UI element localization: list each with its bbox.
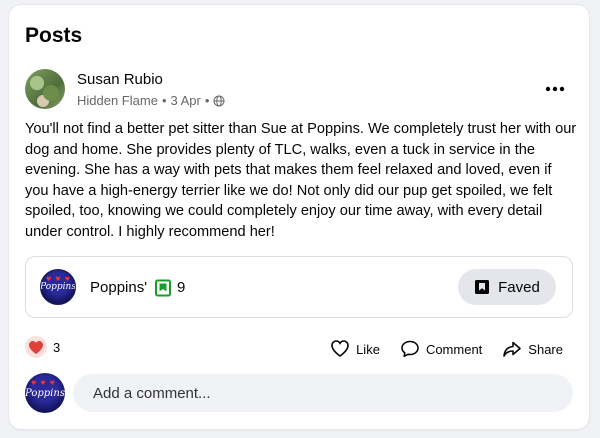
post-date[interactable]: 3 Apr [171,93,201,108]
avatar-decoration: ♥ ♥ ♥ [46,276,71,283]
page-avatar[interactable]: ♥ ♥ ♥ Poppins [40,269,76,305]
page-card[interactable]: ♥ ♥ ♥ Poppins Poppins' 9 Faved [25,256,573,318]
more-icon [545,86,565,92]
comment-icon [401,340,419,358]
post-body: You'll not find a better pet sitter than… [25,121,577,240]
meta-separator: • [204,93,210,108]
comment-composer: ♥ ♥ ♥ Poppins [25,373,573,415]
faved-button[interactable]: Faved [458,269,556,305]
like-button[interactable]: Like [320,338,390,360]
section-title: Posts [25,24,83,47]
author-avatar[interactable] [25,69,65,109]
meta-separator: • [161,93,167,108]
favorite-count: 9 [177,279,186,296]
group-name[interactable]: Hidden Flame [77,93,158,108]
post-actions: Like Comment Share [320,338,573,360]
post-meta: Hidden Flame • 3 Apr • [77,93,225,108]
heart-outline-icon [331,340,349,357]
globe-icon [213,95,225,106]
heart-icon [29,340,43,354]
page-name[interactable]: Poppins' [90,279,147,296]
reaction-count: 3 [53,339,61,355]
share-label: Share [528,341,563,357]
faved-label: Faved [498,278,540,296]
post-card: Posts Susan Rubio Hidden Flame • 3 Apr •… [9,5,589,429]
post-header: Susan Rubio Hidden Flame • 3 Apr • [25,69,573,111]
author-name[interactable]: Susan Rubio [77,71,163,88]
more-options-button[interactable] [541,75,569,103]
like-label: Like [356,341,380,357]
bookmark-icon [475,280,490,294]
avatar-decoration: ♥ ♥ ♥ [31,380,56,387]
share-button[interactable]: Share [492,338,573,360]
favorite-bookmark-icon [155,279,171,297]
reactions-summary[interactable]: 3 [25,336,60,358]
heart-reaction [25,336,47,358]
page-avatar-text: Poppins [40,282,76,292]
comment-input[interactable] [73,374,573,412]
commenter-avatar-text: Poppins [25,387,65,399]
comment-button[interactable]: Comment [390,338,492,360]
commenter-avatar: ♥ ♥ ♥ Poppins [25,373,65,413]
share-icon [503,341,522,357]
comment-label: Comment [425,341,483,357]
